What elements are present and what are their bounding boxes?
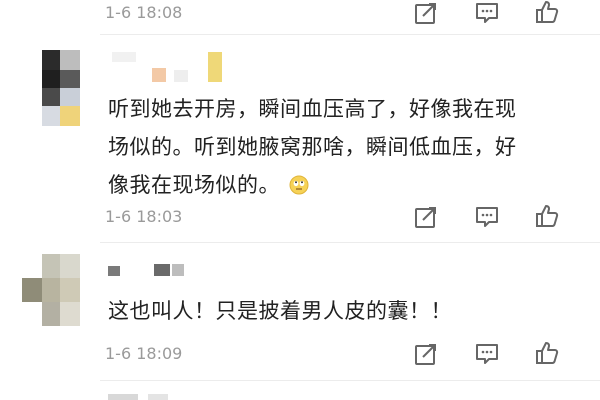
avatar[interactable]: [24, 50, 80, 126]
comment-line: 这也叫人！只是披着男人皮的囊！！: [108, 299, 452, 323]
comment-line-text: 像我在现场似的。: [108, 173, 280, 197]
comment-line: 像我在现场似的。: [108, 166, 598, 204]
comment-timestamp: 1-6 18:08: [105, 3, 183, 22]
eye-roll-emoji-icon: [289, 169, 309, 195]
comment-icon[interactable]: [474, 341, 500, 367]
comment-line: 场似的。听到她腋窝那啥，瞬间低血压，好: [108, 135, 517, 159]
edit-icon[interactable]: [413, 0, 439, 26]
avatar[interactable]: [22, 254, 80, 326]
username-mosaic[interactable]: [108, 264, 228, 284]
like-icon[interactable]: [534, 203, 560, 229]
comment-text: 听到她去开房，瞬间血压高了，好像我在现 场似的。听到她腋窝那啥，瞬间低血压，好 …: [108, 90, 598, 204]
comment-divider: [100, 242, 600, 243]
edit-icon[interactable]: [413, 204, 439, 230]
comment-divider: [100, 380, 600, 381]
edit-icon[interactable]: [413, 341, 439, 367]
comment-timestamp: 1-6 18:09: [105, 344, 183, 363]
comment-divider: [100, 34, 600, 35]
comment-timestamp: 1-6 18:03: [105, 207, 183, 226]
comment-icon[interactable]: [474, 204, 500, 230]
comment-line: 听到她去开房，瞬间血压高了，好像我在现: [108, 97, 517, 121]
comment-icon[interactable]: [474, 0, 500, 26]
like-icon[interactable]: [534, 0, 560, 25]
comment-text: 这也叫人！只是披着男人皮的囊！！: [108, 292, 588, 330]
next-comment-partial: [108, 394, 228, 400]
username-mosaic[interactable]: [108, 52, 228, 82]
like-icon[interactable]: [534, 340, 560, 366]
